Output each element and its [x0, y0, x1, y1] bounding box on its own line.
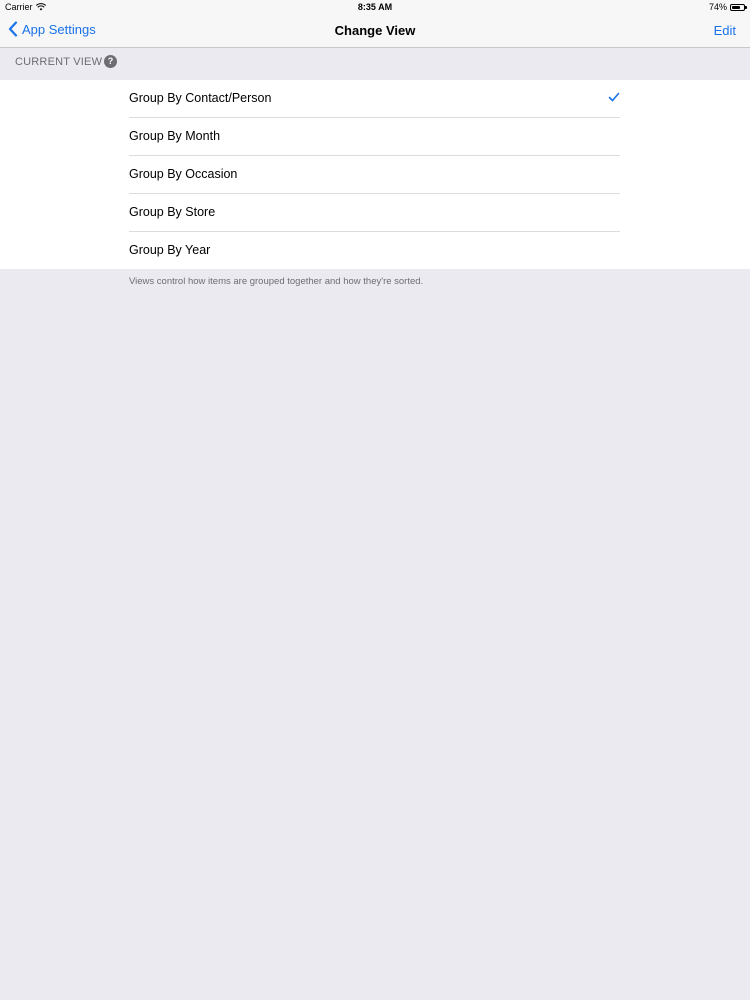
battery-icon — [730, 3, 747, 11]
list-item[interactable]: Group By Month — [129, 118, 620, 156]
page-title: Change View — [334, 23, 416, 38]
battery-status: 74% — [708, 2, 747, 12]
navigation-bar: App Settings Change View Edit — [0, 14, 750, 48]
list-item-label: Group By Month — [129, 129, 221, 143]
battery-level-fill — [732, 5, 740, 9]
list-item[interactable]: Group By Contact/Person — [129, 80, 620, 118]
status-time: 8:35 AM — [357, 2, 393, 12]
list-item-label: Group By Store — [129, 205, 216, 219]
section-header: CURRENT VIEW ? — [0, 48, 750, 80]
status-bar: Carrier 8:35 AM 74% — [0, 0, 750, 14]
list-item[interactable]: Group By Occasion — [129, 156, 620, 194]
footer-note: Views control how items are grouped toge… — [129, 276, 424, 287]
section-header-label: CURRENT VIEW — [15, 56, 103, 68]
list-item[interactable]: Group By Store — [129, 194, 620, 232]
edit-button[interactable]: Edit — [714, 23, 736, 38]
battery-percent: 74% — [708, 2, 727, 12]
list-item-label: Group By Contact/Person — [129, 91, 272, 105]
checkmark-icon — [608, 92, 620, 102]
list-item[interactable]: Group By Year — [129, 232, 620, 270]
question-circle-icon[interactable]: ? — [104, 55, 117, 68]
view-options-list: Group By Contact/Person Group By Month Gro… — [0, 80, 750, 269]
list-item-label: Group By Year — [129, 243, 211, 257]
list-item-label: Group By Occasion — [129, 167, 238, 181]
